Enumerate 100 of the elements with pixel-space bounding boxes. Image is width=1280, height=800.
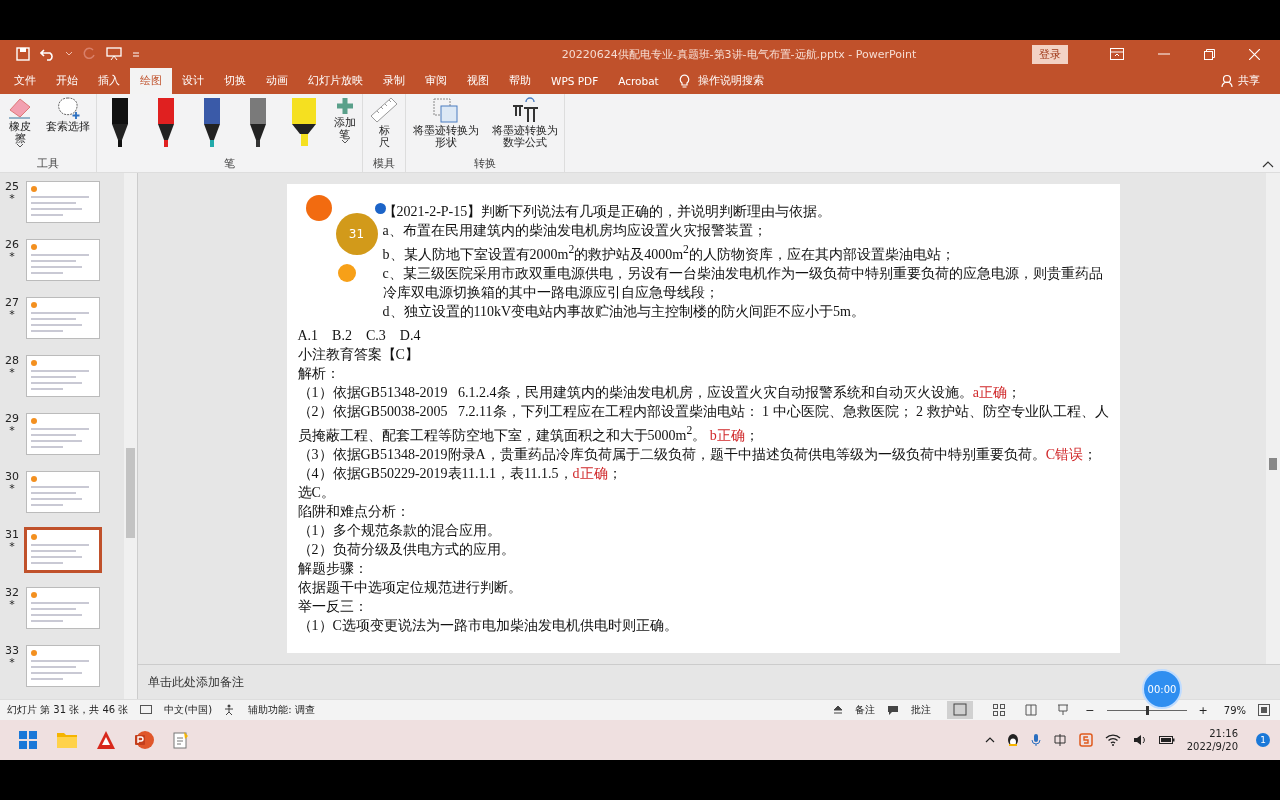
- language-label[interactable]: 中文(中国): [164, 703, 213, 717]
- notification-badge[interactable]: 1: [1256, 733, 1270, 747]
- slide-number: 30: [5, 471, 19, 483]
- microphone-icon[interactable]: [1030, 733, 1041, 747]
- ribbon-button[interactable]: 将墨迹转换为形状: [412, 124, 480, 148]
- ribbon-display-icon[interactable]: [1110, 48, 1124, 60]
- slide-thumbnail[interactable]: [26, 471, 100, 513]
- zoom-in-button[interactable]: +: [1198, 703, 1208, 717]
- slide-thumbnail[interactable]: [26, 297, 100, 339]
- normal-view-icon[interactable]: [947, 701, 974, 719]
- slide-thumbnail[interactable]: [26, 181, 100, 223]
- person-icon: [1221, 74, 1235, 88]
- slide-thumbnail[interactable]: [26, 529, 100, 571]
- grid-view-icon[interactable]: [993, 704, 1006, 716]
- notes-button[interactable]: 备注: [855, 703, 876, 717]
- transition-mark: *: [9, 367, 15, 379]
- caret-icon[interactable]: [341, 140, 348, 144]
- ribbon-button[interactable]: 将墨迹转换为数学公式: [491, 124, 559, 148]
- zoom-out-button[interactable]: −: [1085, 703, 1095, 717]
- ribbon-tab[interactable]: WPS PDF: [541, 68, 609, 94]
- sign-in-button[interactable]: 登录: [1032, 44, 1068, 64]
- ribbon-tab[interactable]: 幻灯片放映: [298, 68, 373, 94]
- penguin-icon[interactable]: [1006, 733, 1019, 747]
- collapse-icon[interactable]: [1262, 161, 1274, 168]
- slide-number: 26: [5, 239, 19, 251]
- save-icon[interactable]: [16, 47, 30, 61]
- transition-mark: *: [9, 193, 15, 205]
- zoom-percentage[interactable]: 79%: [1223, 704, 1246, 716]
- fit-to-window-icon[interactable]: [1258, 704, 1270, 716]
- answer-text: 举一反三：: [297, 597, 369, 616]
- ribbon-tab[interactable]: 绘图: [130, 68, 172, 94]
- group-label: 转换: [474, 157, 497, 171]
- speaker-icon[interactable]: [1132, 734, 1147, 746]
- ribbon-tab[interactable]: 文件: [4, 68, 46, 94]
- slide-thumbnail[interactable]: [26, 413, 100, 455]
- question-text: a、布置在民用建筑内的柴油发电机房均应设置火灾报警装置；: [382, 222, 768, 240]
- transition-mark: *: [9, 599, 15, 611]
- lightbulb-icon: [678, 74, 690, 88]
- share-button[interactable]: 共享: [1238, 74, 1260, 88]
- transition-mark: *: [9, 541, 15, 553]
- battery-icon[interactable]: [1158, 735, 1175, 745]
- answer-text: 小注教育答案【C】: [297, 346, 420, 364]
- clock-time[interactable]: 21:16: [1209, 727, 1238, 740]
- sogou-icon[interactable]: [1078, 733, 1093, 747]
- decoration-dot: [337, 264, 356, 282]
- restore-icon[interactable]: [1204, 48, 1215, 60]
- search-hint[interactable]: 操作说明搜索: [697, 74, 764, 88]
- comments-button[interactable]: 批注: [911, 703, 932, 717]
- slide-number: 25: [5, 181, 19, 193]
- ribbon-button[interactable]: 橡皮擦: [8, 120, 32, 144]
- presentation-icon[interactable]: [106, 47, 122, 61]
- ribbon-tab[interactable]: 插入: [88, 68, 130, 94]
- customize-icon[interactable]: [132, 50, 140, 58]
- plus-icon: [334, 96, 355, 116]
- close-icon[interactable]: [1249, 48, 1260, 60]
- question-text: 【2021-2-P-15】判断下列说法有几项是正确的，并说明判断理由与依据。: [382, 203, 833, 221]
- clock-date[interactable]: 2022/9/20: [1186, 740, 1238, 753]
- scrollbar[interactable]: [124, 173, 137, 699]
- slideshow-icon[interactable]: [1057, 704, 1070, 716]
- slide-thumbnail[interactable]: [26, 355, 100, 397]
- ribbon-tab[interactable]: 审阅: [415, 68, 457, 94]
- group-label: 模具: [373, 157, 396, 171]
- ribbon-button[interactable]: 套索选择: [46, 120, 90, 132]
- reading-view-icon[interactable]: [1025, 704, 1038, 716]
- transition-mark: *: [9, 251, 15, 263]
- ribbon-tab[interactable]: Acrobat: [608, 68, 669, 94]
- comment-icon: [887, 704, 900, 716]
- ribbon-tab[interactable]: 动画: [256, 68, 298, 94]
- transition-mark: *: [9, 309, 15, 321]
- ribbon-tab[interactable]: 帮助: [499, 68, 541, 94]
- undo-icon[interactable]: [40, 47, 56, 61]
- ribbon-button[interactable]: 标尺: [378, 124, 390, 148]
- slide-thumbnail[interactable]: [26, 587, 100, 629]
- presentation-app-icon[interactable]: [134, 730, 154, 750]
- answer-text: （3）依据GB51348-2019附录A，贵重药品冷库负荷属于二级负荷，题干中描述负荷供电等级为一级负荷中特别重要负荷。C错误；: [297, 445, 1099, 464]
- ribbon-tab[interactable]: 录制: [373, 68, 415, 94]
- windows-icon[interactable]: [18, 730, 38, 750]
- document-app-icon[interactable]: [96, 730, 116, 750]
- caret-icon[interactable]: [17, 144, 23, 148]
- ribbon-tab[interactable]: 开始: [46, 68, 88, 94]
- accessibility-status[interactable]: 辅助功能: 调查: [248, 703, 315, 717]
- shape-convert-icon: [430, 96, 461, 124]
- input-method-icon[interactable]: [1052, 733, 1067, 747]
- slide-number: 28: [5, 355, 19, 367]
- slide-number: 32: [5, 587, 19, 599]
- notes-placeholder[interactable]: 单击此处添加备注: [148, 674, 244, 690]
- question-text: d、独立设置的110kV变电站内事故贮油池与主控制楼的防火间距不应小于5m。: [382, 302, 866, 321]
- slide-thumbnail[interactable]: [26, 239, 100, 281]
- ribbon-button[interactable]: 添加笔: [333, 116, 357, 140]
- wifi-icon[interactable]: [1104, 734, 1121, 746]
- group-label: 工具: [37, 157, 59, 171]
- chevron-up-icon[interactable]: [984, 737, 995, 743]
- ribbon-tab[interactable]: 设计: [172, 68, 214, 94]
- spellcheck-icon[interactable]: [140, 704, 153, 716]
- ribbon-tab[interactable]: 视图: [457, 68, 499, 94]
- slide-thumbnail[interactable]: [26, 645, 100, 687]
- scrollbar[interactable]: [1266, 173, 1280, 664]
- transition-mark: *: [9, 425, 15, 437]
- answer-text: （2）负荷分级及供电方式的应用。: [297, 540, 516, 559]
- ribbon-tab[interactable]: 切换: [214, 68, 256, 94]
